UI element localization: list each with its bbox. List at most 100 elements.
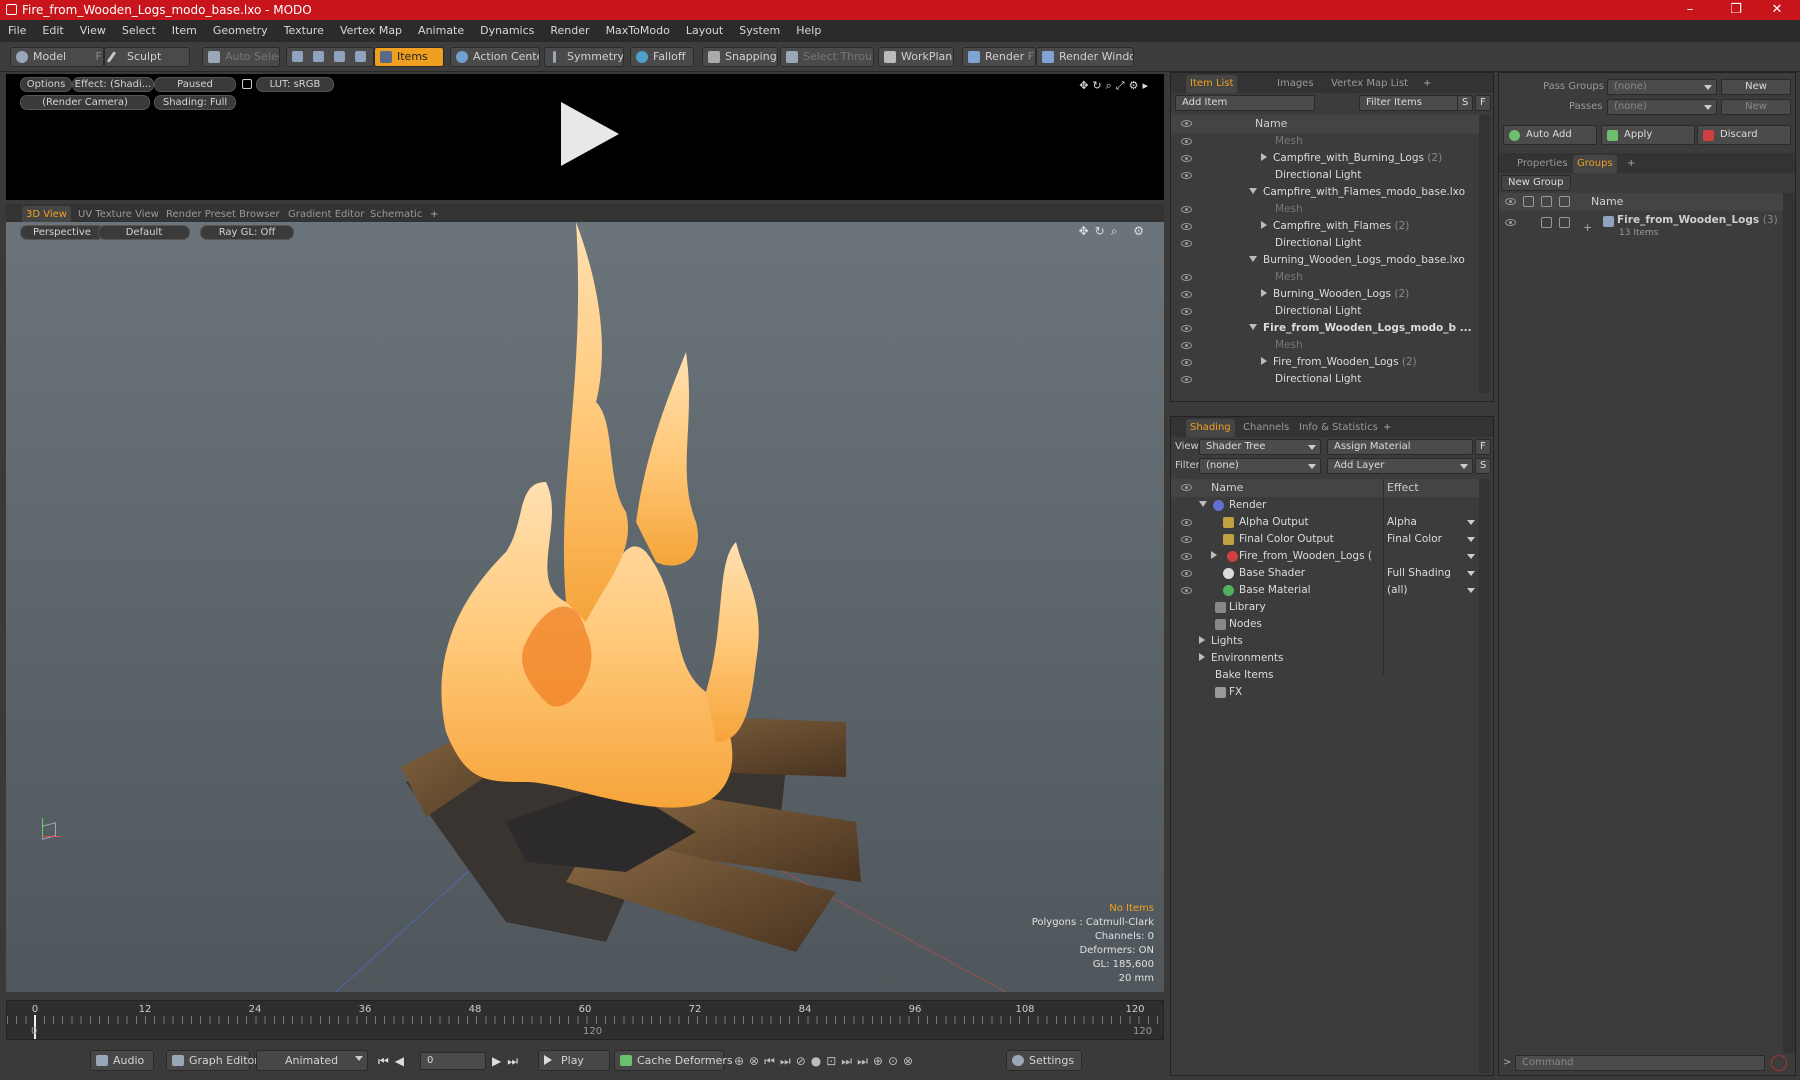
chevron-down-icon[interactable] (1467, 588, 1475, 593)
prev-frame-icons[interactable]: ⏮◀ (378, 1054, 410, 1069)
f-toggle[interactable]: F (1475, 439, 1491, 455)
groups-scrollbar[interactable] (1783, 193, 1795, 1053)
render-camera-dropdown[interactable]: (Render Camera) (20, 95, 150, 110)
close-button[interactable]: ✕ (1754, 0, 1800, 20)
eye-icon[interactable] (1181, 342, 1192, 349)
tab-groups[interactable]: Groups (1573, 155, 1617, 173)
list-item[interactable]: Mesh (1171, 269, 1479, 286)
chevron-down-icon[interactable] (1467, 520, 1475, 525)
filter-dropdown[interactable]: (none) (1199, 458, 1321, 474)
eye-icon[interactable] (1181, 359, 1192, 366)
eye-icon[interactable] (1181, 325, 1192, 332)
render-button[interactable]: Render F9 (962, 47, 1036, 67)
model-mode-button[interactable]: Model F2 (10, 47, 104, 67)
menu-animate[interactable]: Animate (410, 20, 472, 42)
list-item[interactable]: Mesh (1171, 133, 1479, 150)
menu-file[interactable]: File (0, 20, 34, 42)
eye-icon[interactable] (1181, 223, 1192, 230)
tab-properties[interactable]: Properties (1513, 155, 1572, 173)
frame-field[interactable]: 0 (420, 1052, 486, 1070)
lut-dropdown[interactable]: LUT: sRGB (256, 77, 334, 92)
polygon-select-icon[interactable] (334, 51, 345, 62)
view-dropdown[interactable]: Shader Tree (1199, 439, 1321, 455)
3d-viewport[interactable]: Perspective Default Ray GL: Off ✥↻⌕ ⚙ No… (6, 222, 1164, 992)
list-item[interactable]: Campfire_with_Flames_modo_base.lxo (1171, 184, 1479, 201)
eye-icon[interactable] (1181, 138, 1192, 145)
lock-icon[interactable] (1541, 196, 1552, 207)
auto-add-button[interactable]: Auto Add (1503, 125, 1597, 145)
expand-group-icon[interactable]: + (1583, 221, 1592, 234)
eye-icon[interactable] (1181, 553, 1192, 560)
tab-info-statistics[interactable]: Info & Statistics (1295, 419, 1382, 437)
list-item[interactable]: Render (1171, 497, 1479, 514)
list-item[interactable]: Fire_from_Wooden_Logs_modo_b ... (1171, 320, 1479, 337)
discard-button[interactable]: Discard (1697, 125, 1791, 145)
f-toggle[interactable]: F (1475, 95, 1491, 111)
list-item[interactable]: Library (1171, 599, 1479, 616)
add-tab-button[interactable]: + (1623, 155, 1639, 173)
add-item-dropdown[interactable]: Add Item (1175, 95, 1315, 111)
tab-item-list[interactable]: Item List (1186, 75, 1238, 93)
shading-dropdown[interactable]: Shading: Full (154, 95, 236, 110)
select-toggle-icon[interactable] (1559, 196, 1570, 207)
menu-layout[interactable]: Layout (678, 20, 731, 42)
list-item[interactable]: Base Material (all) (1171, 582, 1479, 599)
menu-render[interactable]: Render (542, 20, 597, 42)
preview-nav-icons[interactable]: ✥↻⌕⤢⚙▸ (1079, 79, 1152, 93)
graph-editor-button[interactable]: Graph Editor (166, 1050, 259, 1071)
s-toggle[interactable]: S (1457, 95, 1473, 111)
chevron-down-icon[interactable] (1467, 537, 1475, 542)
workplane-button[interactable]: WorkPlane (878, 47, 954, 67)
add-tab-button[interactable]: + (1419, 75, 1435, 93)
list-item[interactable]: Base Shader Full Shading (1171, 565, 1479, 582)
list-item[interactable]: Mesh (1171, 201, 1479, 218)
record-icon[interactable] (1771, 1055, 1787, 1071)
select-toggle-icon[interactable] (1559, 217, 1570, 228)
assign-material-button[interactable]: Assign Material (1327, 439, 1473, 455)
auto-select-button[interactable]: Auto Select (202, 47, 280, 67)
play-icon[interactable] (561, 102, 619, 166)
list-item[interactable]: Bake Items (1171, 667, 1479, 684)
add-tab-button[interactable]: + (1379, 419, 1395, 437)
preview-effect-dropdown[interactable]: Effect: (Shadi... (72, 77, 154, 92)
vertex-select-icon[interactable] (292, 51, 303, 62)
list-item[interactable]: Directional Light (1171, 235, 1479, 252)
menu-edit[interactable]: Edit (34, 20, 71, 42)
list-item[interactable]: FX (1171, 684, 1479, 701)
filter-items-field[interactable]: Filter Items (1359, 95, 1473, 111)
passes-dropdown[interactable]: (none) (1607, 99, 1717, 115)
new-group-button[interactable]: New Group (1501, 175, 1571, 191)
snapping-button[interactable]: Snapping (702, 47, 778, 67)
eye-icon[interactable] (1181, 484, 1192, 491)
preview-options-button[interactable]: Options (20, 77, 72, 92)
list-item[interactable]: Nodes (1171, 616, 1479, 633)
add-layer-dropdown[interactable]: Add Layer (1327, 458, 1473, 474)
menu-system[interactable]: System (731, 20, 788, 42)
action-center-button[interactable]: Action Center (450, 47, 540, 67)
edge-select-icon[interactable] (313, 51, 324, 62)
menu-select[interactable]: Select (114, 20, 164, 42)
tab-channels[interactable]: Channels (1239, 419, 1293, 437)
list-item[interactable]: Fire_from_Wooden_Logs ( (1171, 548, 1479, 565)
pass-groups-dropdown[interactable]: (none) (1607, 79, 1717, 95)
list-item[interactable]: Directional Light (1171, 303, 1479, 320)
list-item[interactable]: Fire_from_Wooden_Logs (2) (1171, 354, 1479, 371)
list-item[interactable]: Directional Light (1171, 371, 1479, 388)
menu-maxtomodo[interactable]: MaxToModo (598, 20, 678, 42)
command-expand-icon[interactable]: > (1503, 1057, 1511, 1068)
eye-icon[interactable] (1505, 219, 1516, 226)
eye-icon[interactable] (1181, 120, 1192, 127)
animated-dropdown[interactable]: Animated (256, 1050, 368, 1071)
list-item[interactable]: Campfire_with_Burning_Logs (2) (1171, 150, 1479, 167)
menu-view[interactable]: View (72, 20, 114, 42)
next-frame-icons[interactable]: ▶⏭ (492, 1054, 524, 1069)
eye-icon[interactable] (1181, 376, 1192, 383)
falloff-button[interactable]: Falloff (630, 47, 694, 67)
settings-button[interactable]: Settings (1006, 1050, 1082, 1071)
lock-toggle-icon[interactable] (1541, 217, 1552, 228)
list-item[interactable]: Burning_Wooden_Logs (2) (1171, 286, 1479, 303)
material-select-icon[interactable] (355, 51, 366, 62)
maximize-button[interactable]: ❐ (1713, 0, 1759, 20)
eye-icon[interactable] (1181, 274, 1192, 281)
eye-icon[interactable] (1181, 206, 1192, 213)
